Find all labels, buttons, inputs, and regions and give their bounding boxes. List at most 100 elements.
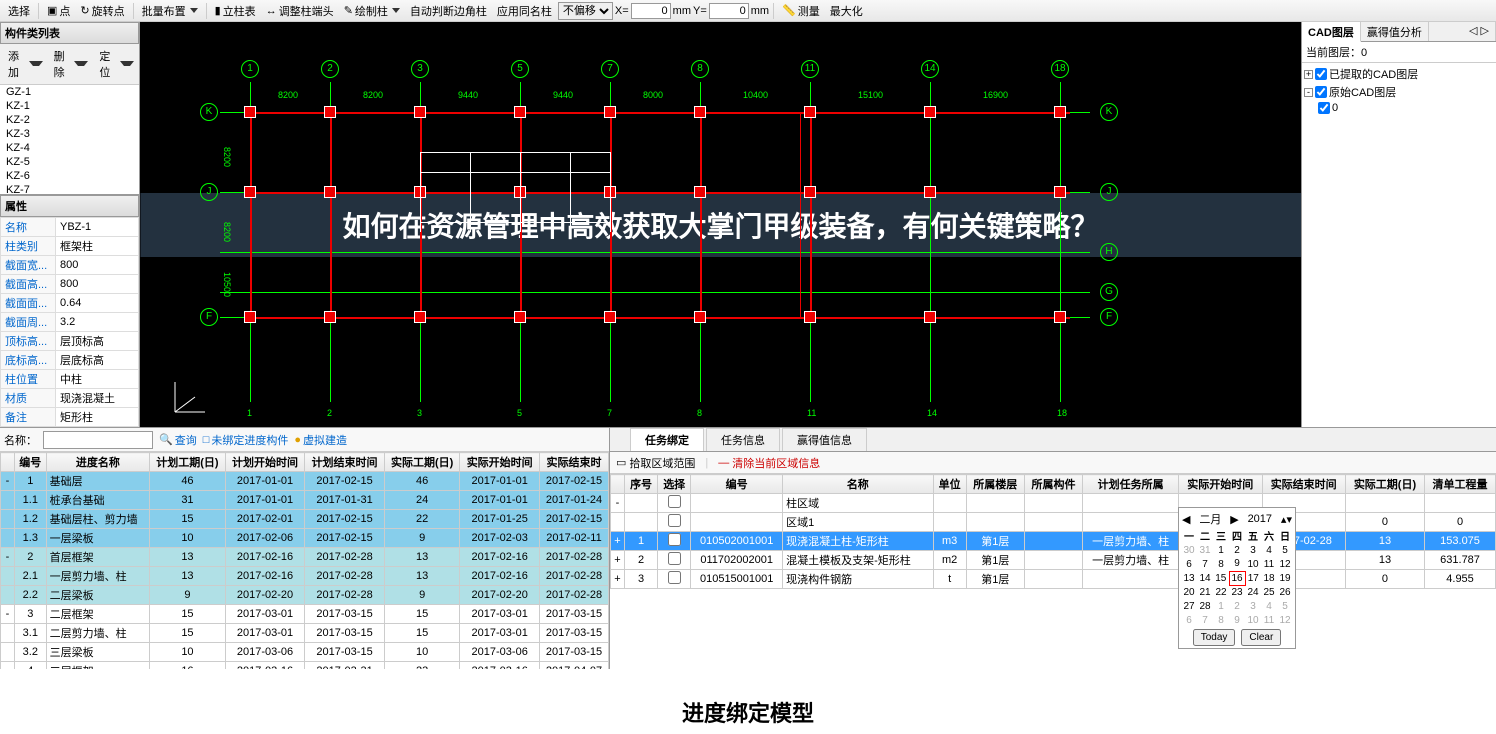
- column-marker[interactable]: [514, 311, 526, 323]
- draw-column[interactable]: ✎ 绘制柱: [340, 2, 404, 20]
- add-btn[interactable]: 添加: [2, 46, 46, 82]
- dp-day[interactable]: 16: [1229, 571, 1245, 585]
- column-marker[interactable]: [694, 311, 706, 323]
- list-item[interactable]: KZ-1: [0, 99, 139, 113]
- row-checkbox[interactable]: [668, 552, 681, 565]
- prop-row[interactable]: 备注矩形柱: [1, 408, 139, 427]
- offset-select[interactable]: 不偏移: [558, 2, 613, 20]
- x-input[interactable]: [631, 3, 671, 19]
- dp-day[interactable]: 21: [1197, 585, 1213, 599]
- dp-day[interactable]: 2: [1229, 543, 1245, 557]
- dp-day[interactable]: 7: [1197, 557, 1213, 571]
- table-row[interactable]: -柱区域: [611, 494, 1496, 513]
- dp-year[interactable]: 2017: [1248, 513, 1272, 525]
- dp-clear-btn[interactable]: Clear: [1241, 629, 1281, 646]
- tree-checkbox[interactable]: [1315, 68, 1327, 80]
- column-marker[interactable]: [604, 311, 616, 323]
- tree-item[interactable]: -原始CAD图层: [1304, 83, 1494, 101]
- query-btn[interactable]: 🔍 查询: [159, 432, 197, 448]
- dp-day[interactable]: 12: [1277, 613, 1293, 627]
- prop-row[interactable]: 截面面...0.64: [1, 294, 139, 313]
- table-row[interactable]: 2.2二层梁板92017-02-202017-02-2892017-02-202…: [1, 586, 609, 605]
- dp-day[interactable]: 1: [1213, 543, 1229, 557]
- prop-row[interactable]: 顶标高...层顶标高: [1, 332, 139, 351]
- column-marker[interactable]: [514, 106, 526, 118]
- year-spin-icon[interactable]: ▴▾: [1281, 513, 1292, 526]
- virtual-build-btn[interactable]: ● 虚拟建造: [294, 432, 347, 448]
- maximize[interactable]: 最大化: [826, 2, 867, 20]
- dp-day[interactable]: 6: [1181, 613, 1197, 627]
- dp-day[interactable]: 9: [1229, 557, 1245, 571]
- tab-task-bind[interactable]: 任务绑定: [630, 428, 704, 451]
- table-row[interactable]: +2011702002001混凝土模板及支架-矩形柱m2第1层一层剪力墙、柱13…: [611, 551, 1496, 570]
- column-marker[interactable]: [924, 186, 936, 198]
- prop-row[interactable]: 底标高...层底标高: [1, 351, 139, 370]
- dp-today-btn[interactable]: Today: [1193, 629, 1236, 646]
- dp-day[interactable]: 15: [1213, 571, 1229, 585]
- dp-day[interactable]: 18: [1261, 571, 1277, 585]
- column-marker[interactable]: [414, 106, 426, 118]
- auto-edge[interactable]: 自动判断边角柱: [406, 2, 491, 20]
- dp-day[interactable]: 12: [1277, 557, 1293, 571]
- dp-day[interactable]: 25: [1261, 585, 1277, 599]
- dp-grid[interactable]: 一二三四五六日303112345678910111213141516171819…: [1181, 528, 1293, 627]
- list-item[interactable]: KZ-4: [0, 141, 139, 155]
- column-marker[interactable]: [694, 106, 706, 118]
- column-marker[interactable]: [1054, 186, 1066, 198]
- dp-day[interactable]: 2: [1229, 599, 1245, 613]
- column-marker[interactable]: [804, 106, 816, 118]
- column-marker[interactable]: [414, 311, 426, 323]
- column-marker[interactable]: [804, 186, 816, 198]
- dp-day[interactable]: 17: [1245, 571, 1261, 585]
- prev-month-icon[interactable]: ◀: [1182, 513, 1190, 526]
- prop-row[interactable]: 截面宽...800: [1, 256, 139, 275]
- dp-day[interactable]: 8: [1213, 613, 1229, 627]
- dp-day[interactable]: 27: [1181, 599, 1197, 613]
- row-checkbox[interactable]: [668, 514, 681, 527]
- tree-checkbox[interactable]: [1315, 86, 1327, 98]
- column-marker[interactable]: [924, 106, 936, 118]
- dp-day[interactable]: 14: [1197, 571, 1213, 585]
- expand-icon[interactable]: +: [1304, 70, 1313, 79]
- tree-item[interactable]: 0: [1304, 101, 1494, 115]
- name-input[interactable]: [43, 431, 153, 449]
- dp-day[interactable]: 11: [1261, 557, 1277, 571]
- prop-row[interactable]: 截面高...800: [1, 275, 139, 294]
- dp-day[interactable]: 13: [1181, 571, 1197, 585]
- cad-viewport[interactable]: 如何在资源管理中高效获取大掌门甲级装备，有何关键策略？ 123578111418…: [140, 22, 1301, 427]
- layer-tree[interactable]: +已提取的CAD图层-原始CAD图层0: [1302, 63, 1496, 427]
- column-marker[interactable]: [804, 311, 816, 323]
- table-row[interactable]: +1010502001001现浇混凝土柱-矩形柱m3第1层一层剪力墙、柱2017…: [611, 532, 1496, 551]
- column-marker[interactable]: [324, 106, 336, 118]
- schedule-table[interactable]: 编号进度名称计划工期(日)计划开始时间计划结束时间实际工期(日)实际开始时间实际…: [0, 452, 609, 669]
- list-item[interactable]: KZ-3: [0, 127, 139, 141]
- list-item[interactable]: GZ-1: [0, 85, 139, 99]
- column-marker[interactable]: [604, 106, 616, 118]
- row-checkbox[interactable]: [668, 571, 681, 584]
- table-row[interactable]: -3二层框架152017-03-012017-03-15152017-03-01…: [1, 605, 609, 624]
- dp-day[interactable]: 11: [1261, 613, 1277, 627]
- column-marker[interactable]: [924, 311, 936, 323]
- table-row[interactable]: 1.1桩承台基础312017-01-012017-01-31242017-01-…: [1, 491, 609, 510]
- column-marker[interactable]: [324, 186, 336, 198]
- clear-region-btn[interactable]: — 清除当前区域信息: [718, 455, 820, 471]
- table-row[interactable]: 1.3一层梁板102017-02-062017-02-1592017-02-03…: [1, 529, 609, 548]
- table-row[interactable]: 3.1二层剪力墙、柱152017-03-012017-03-15152017-0…: [1, 624, 609, 643]
- dp-day[interactable]: 30: [1181, 543, 1197, 557]
- table-row[interactable]: 1.2基础层柱、剪力墙152017-02-012017-02-15222017-…: [1, 510, 609, 529]
- dp-day[interactable]: 23: [1229, 585, 1245, 599]
- dp-day[interactable]: 10: [1245, 557, 1261, 571]
- dp-day[interactable]: 8: [1213, 557, 1229, 571]
- dp-day[interactable]: 20: [1181, 585, 1197, 599]
- batch-place[interactable]: 批量布置: [138, 2, 202, 20]
- adjust-end[interactable]: ↔ 调整柱端头: [262, 2, 338, 20]
- tree-item[interactable]: +已提取的CAD图层: [1304, 65, 1494, 83]
- dp-day[interactable]: 10: [1245, 613, 1261, 627]
- dp-day[interactable]: 3: [1245, 599, 1261, 613]
- tab-earned-info[interactable]: 赢得值信息: [782, 428, 867, 451]
- binding-table[interactable]: 序号选择编号名称单位所属楼层所属构件计划任务所属实际开始时间实际结束时间实际工期…: [610, 474, 1496, 589]
- dp-day[interactable]: 19: [1277, 571, 1293, 585]
- column-marker[interactable]: [1054, 106, 1066, 118]
- dp-day[interactable]: 31: [1197, 543, 1213, 557]
- table-row[interactable]: 区域100: [611, 513, 1496, 532]
